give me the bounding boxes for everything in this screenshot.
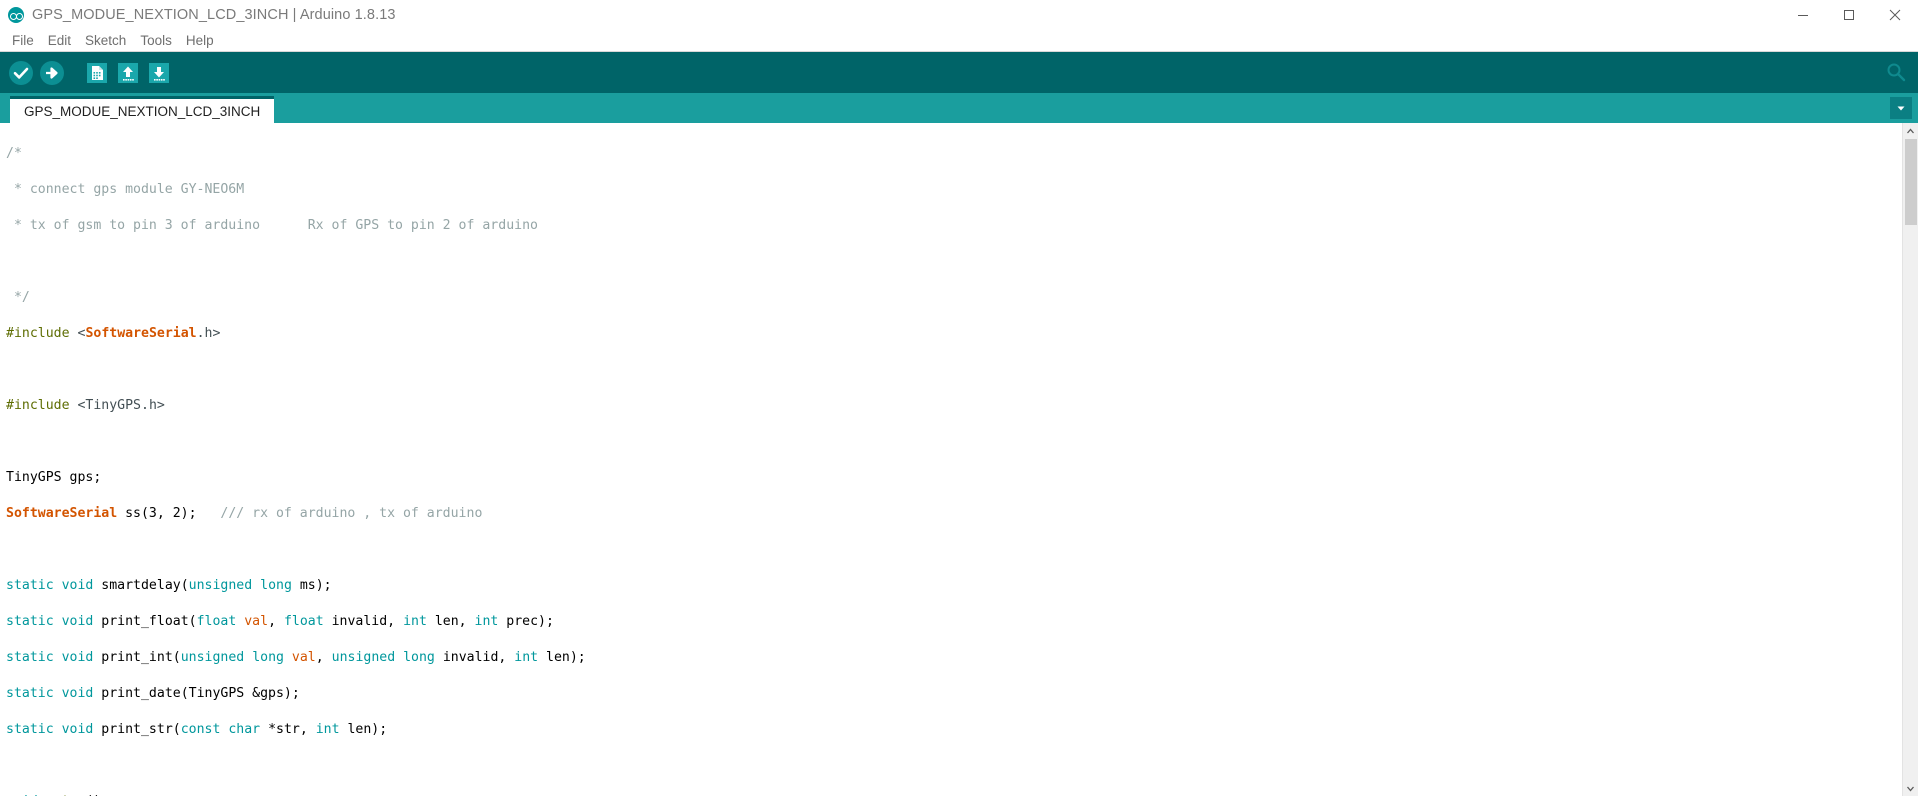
upload-button[interactable] <box>38 59 66 87</box>
new-document-icon <box>87 62 107 83</box>
code-line: #include <TinyGPS.h> <box>6 398 165 413</box>
tab-menu-button[interactable] <box>1890 97 1912 119</box>
vertical-scrollbar[interactable] <box>1902 123 1918 796</box>
tab-bar: GPS_MODUE_NEXTION_LCD_3INCH <box>0 93 1918 123</box>
chevron-down-icon <box>1907 786 1914 791</box>
menu-item-help[interactable]: Help <box>179 31 221 51</box>
code-editor[interactable]: /* * connect gps module GY-NEO6M * tx of… <box>0 123 1902 796</box>
menu-item-edit[interactable]: Edit <box>41 31 78 51</box>
chevron-down-icon <box>1897 106 1905 111</box>
arrow-right-circle-icon <box>40 60 64 85</box>
code-line: * tx of gsm to pin 3 of arduino Rx of GP… <box>6 218 538 233</box>
new-button[interactable] <box>83 59 111 87</box>
serial-monitor-button[interactable] <box>1882 58 1910 86</box>
arrow-up-box-icon <box>118 62 138 83</box>
code-line: * connect gps module GY-NEO6M <box>6 182 245 197</box>
close-icon[interactable] <box>1872 0 1918 30</box>
title-bar: GPS_MODUE_NEXTION_LCD_3INCH | Arduino 1.… <box>0 0 1918 30</box>
code-line: */ <box>6 290 30 305</box>
verify-button[interactable] <box>7 59 35 87</box>
code-line: static void smartdelay(unsigned long ms)… <box>6 578 332 593</box>
main-toolbar <box>0 52 1918 93</box>
code-line: static void print_int(unsigned long val,… <box>6 650 586 665</box>
menu-item-file[interactable]: File <box>5 31 41 51</box>
menu-bar: File Edit Sketch Tools Help <box>0 30 1918 52</box>
maximize-icon[interactable] <box>1826 0 1872 30</box>
check-circle-icon <box>9 60 33 85</box>
menu-item-tools[interactable]: Tools <box>133 31 179 51</box>
code-line: static void print_float(float val, float… <box>6 614 554 629</box>
arduino-logo-icon <box>8 6 24 23</box>
magnifier-icon <box>1887 63 1906 82</box>
scrollbar-thumb[interactable] <box>1905 139 1917 225</box>
scroll-up-button[interactable] <box>1903 123 1918 139</box>
open-button[interactable] <box>114 59 142 87</box>
save-button[interactable] <box>145 59 173 87</box>
code-line: SoftwareSerial ss(3, 2); /// rx of ardui… <box>6 506 483 521</box>
window-title: GPS_MODUE_NEXTION_LCD_3INCH | Arduino 1.… <box>32 6 396 23</box>
minimize-icon[interactable] <box>1780 0 1826 30</box>
chevron-up-icon <box>1907 128 1914 133</box>
tab-sketch-active[interactable]: GPS_MODUE_NEXTION_LCD_3INCH <box>10 96 275 123</box>
code-line: #include <SoftwareSerial.h> <box>6 326 221 341</box>
window-controls <box>1780 0 1918 30</box>
code-line: static void print_date(TinyGPS &gps); <box>6 686 300 701</box>
code-line: /* <box>6 146 22 161</box>
editor-area: /* * connect gps module GY-NEO6M * tx of… <box>0 123 1918 796</box>
code-line: TinyGPS gps; <box>6 470 102 485</box>
scroll-down-button[interactable] <box>1903 780 1918 796</box>
arrow-down-box-icon <box>149 62 169 83</box>
code-line: static void print_str(const char *str, i… <box>6 722 388 737</box>
menu-item-sketch[interactable]: Sketch <box>78 31 133 51</box>
